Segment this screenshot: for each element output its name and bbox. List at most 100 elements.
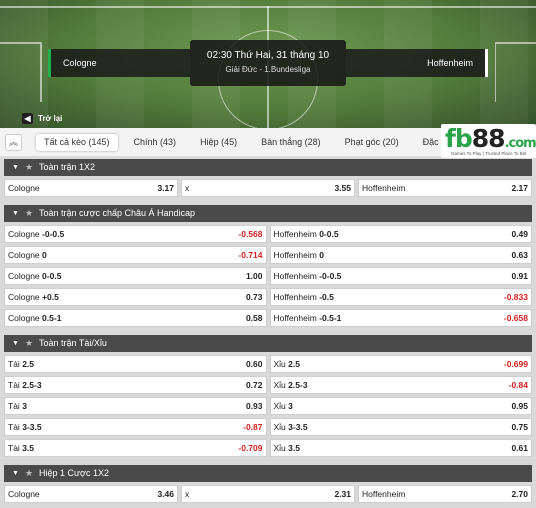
- odds-row: Cologne +0.5 0.73 Hoffenheim -0.5 -0.833: [4, 288, 532, 306]
- odds-cell[interactable]: Xỉu 2.5-3 -0.84: [269, 376, 532, 394]
- handicap-line: 2.5-3: [22, 380, 42, 390]
- star-icon[interactable]: ★: [25, 465, 33, 482]
- odds-selection: Xỉu 2.5: [274, 359, 301, 369]
- tab-goals[interactable]: Bàn thắng (28): [253, 134, 329, 151]
- odds-cell[interactable]: Tài 3.5 -0.709: [4, 439, 267, 457]
- handicap-line: 0: [42, 250, 47, 260]
- odds-cell[interactable]: Tài 3-3.5 -0.87: [4, 418, 267, 436]
- odds-value: -0.87: [243, 422, 263, 432]
- tab-main[interactable]: Chính (43): [126, 134, 185, 151]
- odds-value: 3.55: [334, 183, 351, 193]
- market-section-body: Cologne -0-0.5 -0.568 Hoffenheim 0-0.5 0.49…: [4, 222, 532, 333]
- odds-cell[interactable]: Cologne 0 -0.714: [4, 246, 267, 264]
- tab-corners[interactable]: Phạt góc (20): [337, 134, 407, 151]
- tab-half[interactable]: Hiệp (45): [192, 134, 245, 151]
- odds-cell[interactable]: x 3.55: [181, 179, 355, 197]
- selection-name: Cologne: [8, 292, 40, 302]
- odds-value: -0.84: [508, 380, 528, 390]
- handicap-line: 2.5-3: [288, 380, 308, 390]
- market-section-title: Hiệp 1 Cược 1X2: [39, 468, 109, 478]
- selection-name: Cologne: [8, 489, 40, 499]
- odds-value: -0.658: [503, 313, 528, 323]
- odds-cell[interactable]: Xỉu 2.5 -0.699: [269, 355, 532, 373]
- selection-name: Xỉu: [273, 422, 286, 432]
- match-header: Cologne Hoffenheim 02:30 Thứ Hai, 31 thá…: [0, 0, 536, 128]
- odds-selection: Hoffenheim: [362, 489, 405, 499]
- market-section-body: Cologne 3.17 x 3.55 Hoffenheim 2.17: [4, 176, 532, 203]
- odds-cell[interactable]: Xỉu 3.5 0.61: [269, 439, 532, 457]
- selection-name: Hoffenheim: [362, 489, 406, 499]
- handicap-line: 3.5: [22, 443, 35, 453]
- odds-cell[interactable]: Tài 2.5 0.60: [4, 355, 267, 373]
- odds-selection: Xỉu 3-3.5: [274, 422, 308, 432]
- collapse-all-icon[interactable]: ︽: [5, 133, 22, 151]
- odds-selection: Tài 2.5: [8, 359, 34, 369]
- market-section-header[interactable]: ▼ ★ Toàn trận 1X2: [4, 159, 532, 176]
- market-section-header[interactable]: ▼ ★ Toàn trận Tài/Xỉu: [4, 335, 532, 352]
- home-team-name: Cologne: [48, 49, 190, 77]
- selection-name: Xỉu: [273, 380, 286, 390]
- odds-cell[interactable]: Hoffenheim 0-0.5 0.49: [269, 225, 532, 243]
- odds-value: -0.833: [503, 292, 528, 302]
- odds-selection: Tài 3-3.5: [8, 422, 42, 432]
- odds-cell[interactable]: x 2.31: [181, 485, 355, 503]
- odds-cell[interactable]: Cologne -0-0.5 -0.568: [4, 225, 267, 243]
- odds-cell[interactable]: Cologne 3.46: [4, 485, 178, 503]
- odds-value: 2.70: [511, 489, 528, 499]
- market-section-header[interactable]: ▼ ★ Hiệp 1 Cược 1X2: [4, 465, 532, 482]
- star-icon[interactable]: ★: [25, 159, 33, 176]
- odds-selection: Hoffenheim -0.5: [274, 292, 334, 302]
- star-icon[interactable]: ★: [25, 205, 33, 222]
- odds-selection: Xỉu 3.5: [274, 443, 301, 453]
- tab-all[interactable]: Tất cả kèo (145): [36, 133, 118, 151]
- logo-tagline: Games To Play | Trusted Place To Bet: [451, 151, 527, 156]
- odds-selection: Xỉu 3: [274, 401, 293, 411]
- odds-cell[interactable]: Hoffenheim -0-0.5 0.91: [269, 267, 532, 285]
- odds-row: Cologne 3.46 x 2.31 Hoffenheim 2.70: [4, 485, 532, 503]
- odds-cell[interactable]: Cologne 3.17: [4, 179, 178, 197]
- odds-cell[interactable]: Cologne 0.5-1 0.58: [4, 309, 267, 327]
- back-button[interactable]: ◀ Trở lại: [22, 111, 62, 125]
- odds-selection: Cologne: [8, 183, 40, 193]
- market-tabs: ︽ Tất cả kèo (145) Chính (43) Hiệp (45) …: [0, 124, 536, 158]
- odds-cell[interactable]: Hoffenheim 2.17: [358, 179, 532, 197]
- odds-cell[interactable]: Hoffenheim -0.5-1 -0.658: [269, 309, 532, 327]
- odds-selection: Hoffenheim -0.5-1: [274, 313, 342, 323]
- star-icon[interactable]: ★: [25, 335, 33, 352]
- odds-value: 0.58: [245, 313, 263, 323]
- chevron-down-icon: ▼: [12, 210, 19, 217]
- selection-name: Cologne: [8, 271, 40, 281]
- selection-name: Xỉu: [273, 359, 286, 369]
- selection-name: Xỉu: [273, 401, 286, 411]
- odds-cell[interactable]: Tài 2.5-3 0.72: [4, 376, 267, 394]
- odds-selection: Tài 3.5: [8, 443, 34, 453]
- odds-cell[interactable]: Cologne 0-0.5 1.00: [4, 267, 267, 285]
- selection-name: Tài: [8, 380, 20, 390]
- odds-selection: Cologne +0.5: [8, 292, 59, 302]
- odds-selection: Hoffenheim 0-0.5: [274, 229, 339, 239]
- handicap-line: -0-0.5: [42, 229, 65, 239]
- odds-selection: Hoffenheim 0: [274, 250, 324, 260]
- odds-cell[interactable]: Hoffenheim 0 0.63: [269, 246, 532, 264]
- away-team-name: Hoffenheim: [346, 49, 488, 77]
- odds-row: Tài 2.5 0.60 Xỉu 2.5 -0.699: [4, 355, 532, 373]
- odds-cell[interactable]: Hoffenheim 2.70: [358, 485, 532, 503]
- odds-value: 0.91: [511, 271, 528, 281]
- handicap-line: 3: [22, 401, 27, 411]
- back-label: Trở lại: [38, 113, 63, 123]
- odds-value: -0.714: [238, 250, 263, 260]
- odds-cell[interactable]: Hoffenheim -0.5 -0.833: [269, 288, 532, 306]
- odds-cell[interactable]: Xỉu 3 0.95: [269, 397, 532, 415]
- odds-cell[interactable]: Cologne +0.5 0.73: [4, 288, 267, 306]
- selection-name: Cologne: [8, 183, 40, 193]
- odds-cell[interactable]: Xỉu 3-3.5 0.75: [269, 418, 532, 436]
- market-section-body: Cologne 3.46 x 2.31 Hoffenheim 2.70: [4, 482, 532, 508]
- odds-value: 3.46: [157, 489, 174, 499]
- selection-name: Cologne: [8, 229, 40, 239]
- odds-value: 2.17: [511, 183, 528, 193]
- odds-cell[interactable]: Tài 3 0.93: [4, 397, 267, 415]
- odds-value: 3.17: [157, 183, 174, 193]
- odds-selection: Cologne 0: [8, 250, 47, 260]
- odds-row: Tài 3-3.5 -0.87 Xỉu 3-3.5 0.75: [4, 418, 532, 436]
- market-section-header[interactable]: ▼ ★ Toàn trận cược chấp Châu Á Handicap: [4, 205, 532, 222]
